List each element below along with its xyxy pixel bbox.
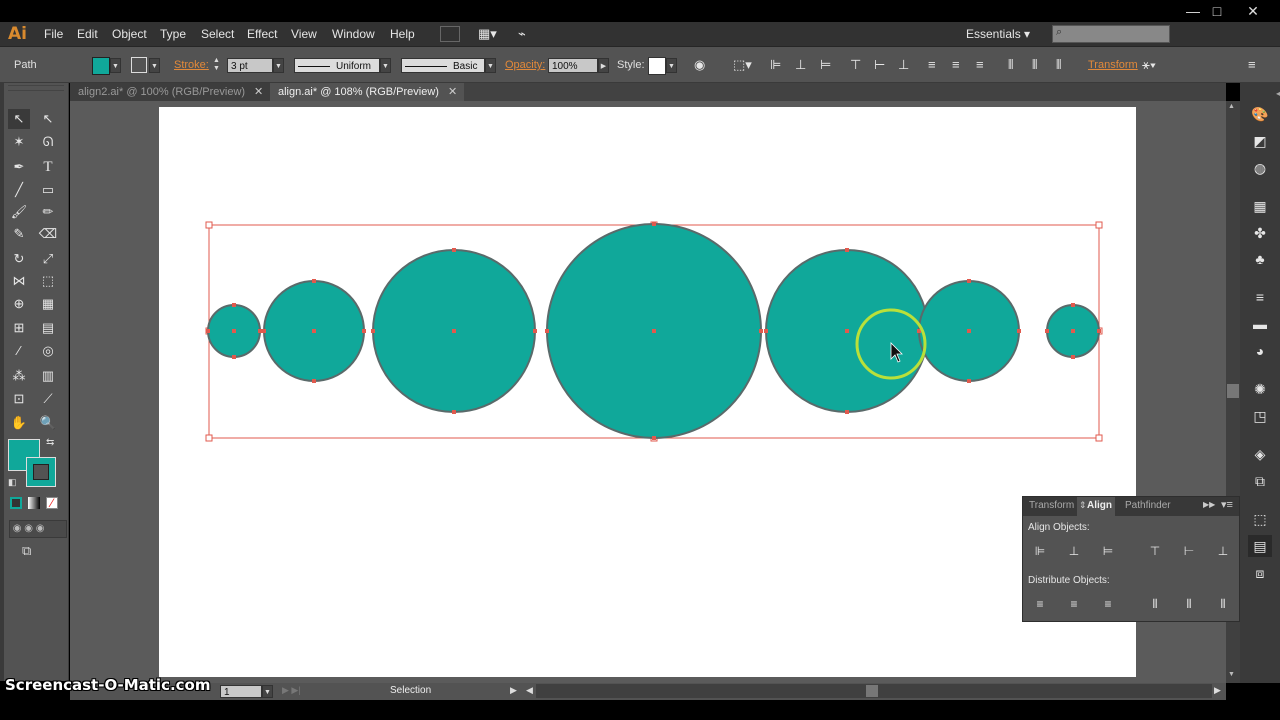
circle-2[interactable]	[262, 279, 366, 383]
tab-transform[interactable]: Transform	[1029, 500, 1074, 511]
tab-options-icon: ⇕	[1079, 500, 1087, 510]
vertical-align-center-icon[interactable]: ⊢	[1178, 542, 1200, 560]
center-point	[452, 329, 456, 333]
layers-icon[interactable]: ◈	[1248, 443, 1272, 465]
align-panel-tabs: Transform ⇕ Align Pathfinder ▶▶ ▾≡	[1023, 497, 1239, 516]
circle-1[interactable]	[206, 303, 262, 359]
pathfinder-icon[interactable]: ⧈	[1248, 562, 1272, 584]
kuler-icon[interactable]: ◍	[1248, 157, 1272, 179]
align-objects-label: Align Objects:	[1028, 522, 1090, 533]
circle-7[interactable]	[1045, 303, 1101, 359]
align-panel-icon[interactable]: ▤	[1248, 535, 1272, 557]
vertical-distribute-top-icon[interactable]: ≡	[1029, 595, 1051, 613]
horizontal-align-right-icon[interactable]: ⊨	[1097, 542, 1119, 560]
center-point	[232, 329, 236, 333]
collapse-dock-icon[interactable]: ◂◂	[1276, 89, 1280, 98]
scroll-left-icon[interactable]: ◀	[526, 685, 533, 696]
anchor-point	[206, 329, 210, 333]
anchor-point	[1071, 303, 1075, 307]
anchor-point	[545, 329, 549, 333]
scroll-up-icon[interactable]: ▲	[1228, 103, 1235, 110]
horizontal-distribute-right-icon[interactable]: ⫴	[1212, 595, 1234, 613]
anchor-point	[371, 329, 375, 333]
scroll-thumb[interactable]	[1227, 384, 1239, 398]
anchor-point	[759, 329, 763, 333]
handle-top-right	[1095, 221, 1103, 229]
color-panel-icon[interactable]: ◩	[1248, 130, 1272, 152]
gradient-panel-icon[interactable]: ▬	[1248, 313, 1272, 335]
anchor-point	[967, 279, 971, 283]
circle-4[interactable]	[545, 222, 763, 440]
anchor-point	[967, 379, 971, 383]
panel-menu-icon[interactable]: ▾≡	[1221, 498, 1233, 511]
panel-collapse-icon[interactable]: ▶▶	[1203, 500, 1215, 509]
swatches-icon[interactable]: ▦	[1248, 195, 1272, 217]
center-point	[1071, 329, 1075, 333]
handle-top-left	[205, 221, 213, 229]
tab-align-label: Align	[1087, 500, 1112, 511]
anchor-point	[258, 329, 262, 333]
graphic-styles-icon[interactable]: ◳	[1248, 405, 1272, 427]
anchor-point	[533, 329, 537, 333]
tab-pathfinder[interactable]: Pathfinder	[1125, 500, 1171, 511]
anchor-point	[312, 379, 316, 383]
handle-bottom-right	[1095, 434, 1103, 442]
stroke-panel-icon[interactable]: ≡	[1248, 286, 1272, 308]
anchor-point	[452, 248, 456, 252]
handle-bottom-left	[205, 434, 213, 442]
anchor-point	[1071, 355, 1075, 359]
status-bar: 1 ▼ ▶ ▶| Selection ▶ ◀ ▶	[70, 683, 1226, 700]
distribute-objects-label: Distribute Objects:	[1028, 575, 1110, 586]
anchor-point	[845, 410, 849, 414]
tab-align[interactable]: ⇕ Align	[1077, 497, 1115, 516]
anchor-point	[312, 279, 316, 283]
align-panel: Transform ⇕ Align Pathfinder ▶▶ ▾≡ Align …	[1022, 496, 1240, 622]
horizontal-align-center-icon[interactable]: ⊥	[1063, 542, 1085, 560]
artboard-number-input[interactable]: 1	[220, 685, 262, 698]
horizontal-scroll-thumb[interactable]	[866, 685, 878, 697]
tool-status-label: Selection	[390, 685, 432, 696]
vertical-align-bottom-icon[interactable]: ⊥	[1212, 542, 1234, 560]
circle-5[interactable]	[764, 248, 930, 414]
status-menu-icon[interactable]: ▶	[510, 685, 517, 696]
center-point	[312, 329, 316, 333]
horizontal-align-left-icon[interactable]: ⊫	[1029, 542, 1051, 560]
anchor-point	[1017, 329, 1021, 333]
next-artboard-icon[interactable]: ▶ ▶|	[282, 685, 301, 696]
anchor-point	[262, 329, 266, 333]
scroll-down-icon[interactable]: ▼	[1228, 671, 1235, 678]
anchor-point	[764, 329, 768, 333]
screencast-watermark: Screencast-O-Matic.com	[5, 676, 211, 694]
scroll-right-icon[interactable]: ▶	[1214, 685, 1221, 696]
anchor-point	[232, 303, 236, 307]
transform-panel-icon[interactable]: ⬚	[1248, 508, 1272, 530]
artboard-dropdown[interactable]: ▼	[262, 685, 273, 698]
center-point	[967, 329, 971, 333]
vertical-distribute-bottom-icon[interactable]: ≡	[1097, 595, 1119, 613]
symbols-icon[interactable]: ♣	[1248, 248, 1272, 270]
circle-6[interactable]	[917, 279, 1021, 383]
anchor-point	[452, 410, 456, 414]
anchor-point	[652, 222, 656, 226]
anchor-point	[845, 248, 849, 252]
artboards-icon[interactable]: ⧉	[1248, 470, 1272, 492]
color-guide-icon[interactable]: 🎨	[1248, 103, 1272, 125]
anchor-point	[232, 355, 236, 359]
circle-3[interactable]	[371, 248, 537, 414]
horizontal-distribute-center-icon[interactable]: ⫴	[1178, 595, 1200, 613]
anchor-point	[1097, 329, 1101, 333]
horizontal-distribute-left-icon[interactable]: ⫴	[1144, 595, 1166, 613]
anchor-point	[652, 436, 656, 440]
bottom-bar	[0, 700, 1280, 720]
anchor-point	[1045, 329, 1049, 333]
center-point	[652, 329, 656, 333]
anchor-point	[362, 329, 366, 333]
vertical-distribute-center-icon[interactable]: ≡	[1063, 595, 1085, 613]
vertical-align-top-icon[interactable]: ⊤	[1144, 542, 1166, 560]
horizontal-scrollbar[interactable]	[536, 684, 1212, 698]
appearance-icon[interactable]: ✺	[1248, 378, 1272, 400]
brushes-icon[interactable]: ✤	[1248, 222, 1272, 244]
center-point	[845, 329, 849, 333]
transparency-icon[interactable]: ◕	[1248, 340, 1272, 362]
